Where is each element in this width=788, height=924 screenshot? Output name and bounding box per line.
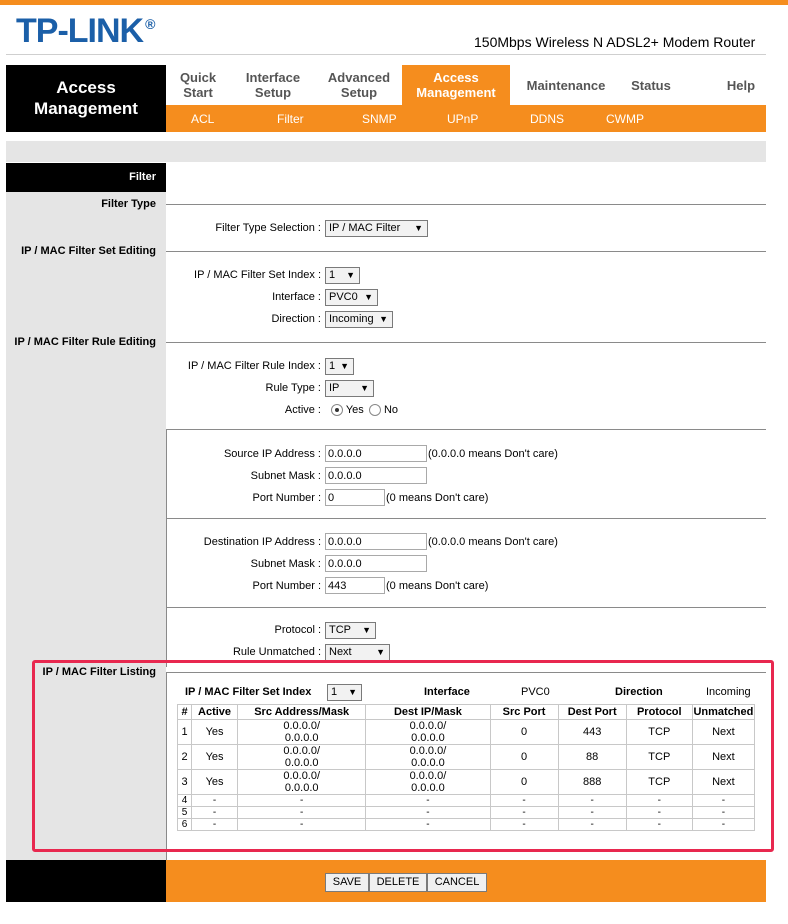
active-label: Active : <box>284 404 321 416</box>
subnav-acl[interactable]: ACL <box>191 105 214 132</box>
unmatched-select[interactable]: Next ▼ <box>325 644 390 661</box>
nav-help[interactable]: Help <box>706 65 776 105</box>
src-port-input[interactable]: 0 <box>325 489 385 506</box>
divider <box>166 607 167 667</box>
src-ip-input[interactable]: 0.0.0.0 <box>325 445 427 462</box>
rule-type-label: Rule Type : <box>265 382 321 394</box>
section-rule-editing: IP / MAC Filter Rule Editing <box>14 336 156 348</box>
nav-access-management[interactable]: Access Management <box>402 65 510 105</box>
rule-index-label: IP / MAC Filter Rule Index : <box>187 360 321 372</box>
nav-quick-start[interactable]: Quick Start <box>166 65 230 105</box>
protocol-select[interactable]: TCP ▼ <box>325 622 376 639</box>
dst-mask-label: Subnet Mask : <box>250 558 321 570</box>
main-nav: Quick Start Interface Setup Advanced Setup … <box>166 65 766 105</box>
chevron-down-icon: ▼ <box>340 361 349 371</box>
section-set-editing: IP / MAC Filter Set Editing <box>21 245 156 257</box>
chevron-down-icon: ▼ <box>362 625 371 635</box>
interface-label: Interface : <box>272 291 321 303</box>
rule-type-select[interactable]: IP ▼ <box>325 380 374 397</box>
src-ip-label: Source IP Address : <box>223 448 321 460</box>
nav-maintenance[interactable]: Maintenance <box>516 65 616 105</box>
src-mask-label: Subnet Mask : <box>250 470 321 482</box>
section-title: Access Management <box>6 65 166 132</box>
src-port-label: Port Number : <box>252 492 321 504</box>
divider <box>166 607 766 608</box>
chevron-down-icon: ▼ <box>376 647 385 657</box>
src-ip-hint: (0.0.0.0 means Don't care) <box>428 448 558 460</box>
dst-ip-label: Destination IP Address : <box>203 536 321 548</box>
direction-select[interactable]: Incoming ▼ <box>325 311 393 328</box>
divider <box>166 342 766 343</box>
page-title: Filter <box>6 163 166 192</box>
subnav-ddns[interactable]: DDNS <box>530 105 564 132</box>
src-mask-input[interactable]: 0.0.0.0 <box>325 467 427 484</box>
filter-type-select[interactable]: IP / MAC Filter ▼ <box>325 220 428 237</box>
interface-select[interactable]: PVC0 ▼ <box>325 289 378 306</box>
src-port-hint: (0 means Don't care) <box>386 492 489 504</box>
rule-index-select[interactable]: 1 ▼ <box>325 358 354 375</box>
tp-link-logo: TP-LINK ® <box>16 12 155 50</box>
active-no-label: No <box>383 404 398 416</box>
chevron-down-icon: ▼ <box>346 270 355 280</box>
protocol-label: Protocol : <box>274 624 321 636</box>
footer-left <box>6 860 166 902</box>
spacer-band <box>6 141 766 162</box>
highlight-box <box>32 660 774 852</box>
top-accent-bar <box>0 0 788 5</box>
section-filter-type: Filter Type <box>101 198 156 210</box>
unmatched-label: Rule Unmatched : <box>232 646 321 658</box>
divider <box>166 204 766 205</box>
chevron-down-icon: ▼ <box>414 223 423 233</box>
active-radio-group: Yes No <box>331 404 398 417</box>
subnav-cwmp[interactable]: CWMP <box>606 105 644 132</box>
set-index-label: IP / MAC Filter Set Index : <box>194 269 321 281</box>
save-button[interactable]: SAVE <box>325 873 369 892</box>
sub-nav: ACL Filter SNMP UPnP DDNS CWMP <box>166 105 766 132</box>
subnav-upnp[interactable]: UPnP <box>447 105 478 132</box>
subnav-snmp[interactable]: SNMP <box>362 105 397 132</box>
set-index-select[interactable]: 1 ▼ <box>325 267 360 284</box>
nav-status[interactable]: Status <box>616 65 686 105</box>
dst-port-hint: (0 means Don't care) <box>386 580 489 592</box>
header-divider <box>6 54 766 55</box>
nav-interface-setup[interactable]: Interface Setup <box>230 65 316 105</box>
dst-ip-input[interactable]: 0.0.0.0 <box>325 533 427 550</box>
chevron-down-icon: ▼ <box>379 314 388 324</box>
model-name: 150Mbps Wireless N ADSL2+ Modem Router <box>474 34 756 50</box>
nav-advanced-setup[interactable]: Advanced Setup <box>316 65 402 105</box>
divider <box>166 251 766 252</box>
cancel-button[interactable]: CANCEL <box>427 873 487 892</box>
dst-mask-input[interactable]: 0.0.0.0 <box>325 555 427 572</box>
divider <box>166 429 766 430</box>
active-yes-radio[interactable] <box>331 404 343 417</box>
filter-type-label: Filter Type Selection : <box>215 222 321 234</box>
direction-label: Direction : <box>271 313 321 325</box>
divider <box>166 518 766 519</box>
dst-port-label: Port Number : <box>252 580 321 592</box>
chevron-down-icon: ▼ <box>364 292 373 302</box>
dst-port-input[interactable]: 443 <box>325 577 385 594</box>
dst-ip-hint: (0.0.0.0 means Don't care) <box>428 536 558 548</box>
chevron-down-icon: ▼ <box>360 383 369 393</box>
delete-button[interactable]: DELETE <box>369 873 427 892</box>
subnav-filter[interactable]: Filter <box>277 105 304 132</box>
active-yes-label: Yes <box>345 404 364 416</box>
active-no-radio[interactable] <box>368 404 381 417</box>
